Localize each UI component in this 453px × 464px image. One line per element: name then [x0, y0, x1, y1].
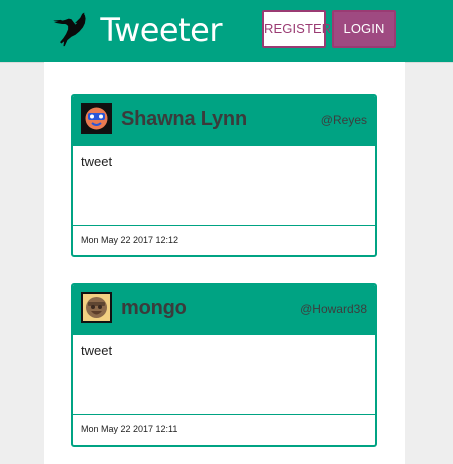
tweet-timestamp: Mon May 22 2017 12:11 — [81, 424, 178, 434]
top-navigation: Tweeter REGISTER LOGIN — [0, 0, 453, 62]
hummingbird-icon — [53, 12, 86, 47]
avatar[interactable] — [81, 292, 112, 323]
tweet-card[interactable]: mongo @Howard38 tweet Mon May 22 2017 12… — [71, 283, 377, 447]
tweet-timestamp: Mon May 22 2017 12:12 — [81, 235, 179, 245]
user-handle[interactable]: @Howard38 — [300, 302, 367, 316]
login-button[interactable]: LOGIN — [332, 10, 396, 48]
orange-face-with-blue-goggles-avatar-icon — [83, 105, 110, 132]
user-handle[interactable]: @Reyes — [321, 113, 367, 127]
tweet-header: mongo @Howard38 — [73, 285, 375, 335]
tweet-header: Shawna Lynn @Reyes — [73, 96, 375, 146]
user-name[interactable]: Shawna Lynn — [121, 108, 247, 131]
brand-title: Tweeter — [100, 11, 222, 49]
register-button[interactable]: REGISTER — [262, 10, 331, 48]
tweet-card[interactable]: Shawna Lynn @Reyes tweet Mon May 22 2017… — [71, 94, 377, 257]
user-name[interactable]: mongo — [121, 297, 187, 320]
brown-bearded-face-avatar-icon — [83, 294, 110, 321]
brand[interactable]: Tweeter — [52, 4, 222, 56]
avatar[interactable] — [81, 103, 112, 134]
tweet-text: tweet — [73, 146, 375, 226]
tweet-text: tweet — [73, 335, 375, 415]
